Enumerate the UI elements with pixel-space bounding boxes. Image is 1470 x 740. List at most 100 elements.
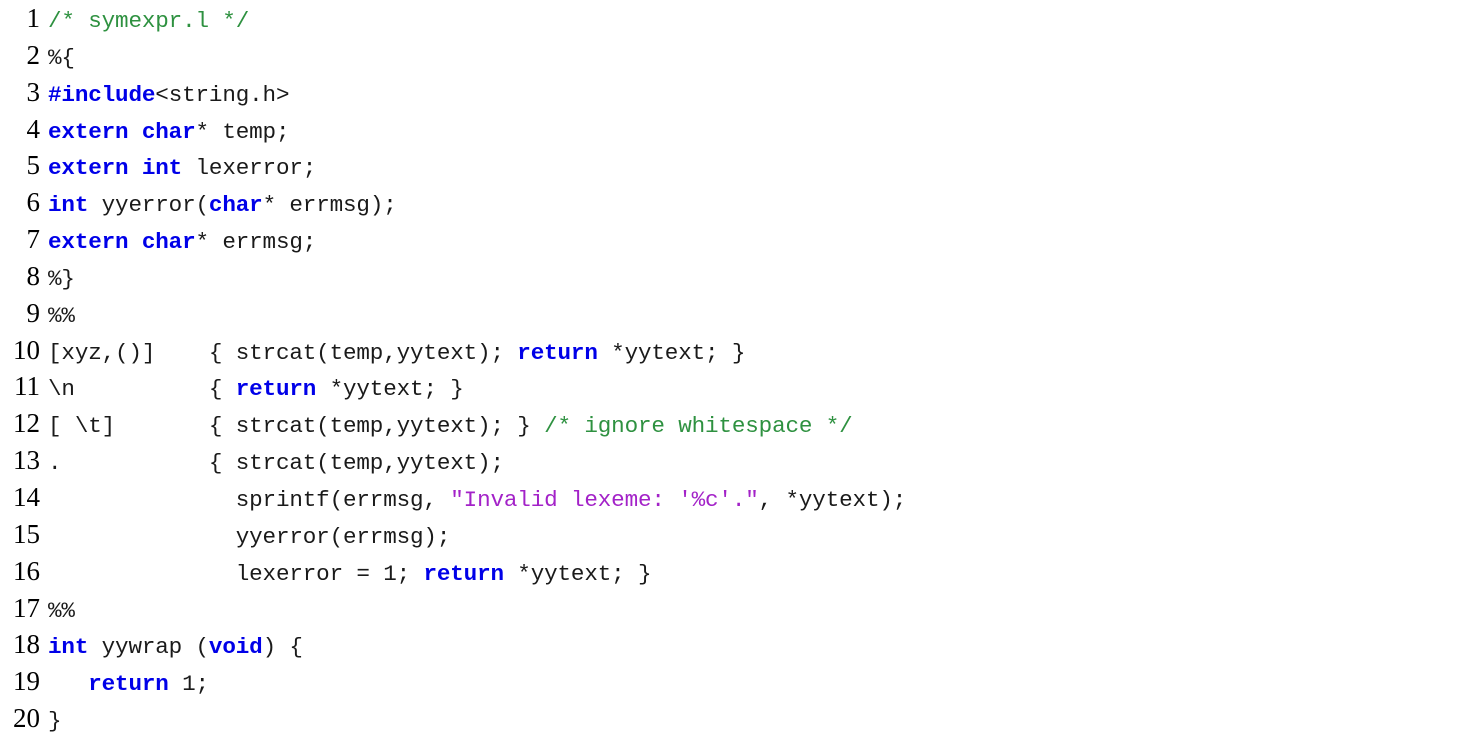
code-line: 8%} [0,258,1470,295]
line-number: 9 [26,297,41,328]
token-plain: lexerror = 1; [48,560,424,587]
code-listing: 1/* symexpr.l */2 %{3 #include<string.h> 4 e… [0,0,1470,739]
token-keyword: return [235,376,317,403]
code-text: yyerror(errmsg); [40,519,1470,556]
code-text: . { strcat(temp,yytext); [40,445,1470,482]
token-plain: [ \t] { strcat(temp,yytext); } [48,413,545,440]
line-number: 20 [13,703,40,734]
line-number: 10 [13,334,40,365]
token-keyword: char [208,192,263,219]
code-line: 14 sprintf(errmsg, "Invalid lexeme: '%c'… [0,479,1470,516]
token-plain: *yytext; } [503,560,652,587]
line-number: 6 [26,187,41,218]
code-text: %} [40,261,1470,298]
line-number: 16 [13,555,40,586]
token-plain: yyerror(errmsg); [48,523,451,550]
code-text: \n { return *yytext; } [40,371,1470,408]
line-number: 11 [14,371,40,402]
code-text: return 1; [40,666,1470,703]
code-text: %% [40,298,1470,335]
token-keyword: #include [48,81,156,108]
line-number: 4 [26,113,41,144]
code-text: sprintf(errmsg, "Invalid lexeme: '%c'.",… [40,482,1470,519]
token-keyword: return [88,671,169,698]
token-plain: yyerror( [88,192,209,219]
code-line: 3 #include<string.h> [0,74,1470,111]
code-line: 18 int yywrap (void) { [0,626,1470,663]
code-line: 20} [0,700,1470,737]
line-number: 14 [13,481,40,512]
code-line: 15 yyerror(errmsg); [0,516,1470,553]
token-plain: lexerror; [182,155,317,182]
code-text: %% [40,593,1470,630]
token-plain: [xyz,()] { strcat(temp,yytext); [48,339,518,366]
token-keyword: extern char [48,118,196,145]
token-comment: /* symexpr.l */ [48,8,250,34]
token-plain: %} [48,265,75,292]
line-number: 5 [26,150,41,181]
token-plain: ) { [262,634,303,661]
token-string: "Invalid lexeme: '%c'." [450,486,759,513]
line-number: 19 [13,666,40,697]
line-number: 1 [26,3,41,33]
code-line: 19 return 1; [0,663,1470,700]
code-text: extern char* errmsg; [40,224,1470,261]
token-plain: *yytext; } [316,376,464,403]
code-text: [xyz,()] { strcat(temp,yytext); return *… [40,335,1470,372]
token-plain: \n { [48,376,236,403]
code-text: #include<string.h> [40,77,1470,114]
token-plain: * errmsg; [195,229,317,256]
line-number: 8 [26,260,41,291]
line-number: 3 [26,76,41,107]
token-plain: 1; [168,671,209,698]
line-number: 18 [13,629,40,660]
code-line: 12[ \t] { strcat(temp,yytext); } /* igno… [0,405,1470,442]
line-number: 12 [13,408,40,439]
code-line: 4 extern char* temp; [0,111,1470,148]
token-plain: %{ [48,44,75,71]
token-plain: * errmsg); [262,192,397,219]
code-text: %{ [40,40,1470,77]
token-plain: *yytext; } [597,339,746,366]
code-line: 6 int yyerror(char* errmsg); [0,184,1470,221]
line-number: 13 [13,445,40,476]
code-text: extern char* temp; [40,114,1470,151]
code-line: 9%% [0,295,1470,332]
code-line: 11 \n { return *yytext; } [0,368,1470,405]
code-text: extern int lexerror; [40,150,1470,187]
token-plain: yywrap ( [88,634,209,661]
code-text: int yyerror(char* errmsg); [40,187,1470,224]
token-keyword: return [517,339,598,366]
code-text: int yywrap (void) { [40,629,1470,666]
token-comment: /* ignore whitespace */ [544,413,853,440]
line-number: 2 [26,39,41,70]
line-number: 15 [13,518,40,549]
token-plain: %% [48,597,75,624]
token-plain: sprintf(errmsg, [48,486,451,513]
code-line: 1 /* symexpr.l */ [0,0,1470,37]
token-plain: * temp; [195,118,290,145]
token-keyword: void [208,634,263,661]
token-keyword: return [423,560,504,587]
token-plain: , *yytext); [758,486,907,513]
code-line: 16 lexerror = 1; return *yytext; } [0,553,1470,590]
line-number: 7 [26,224,41,255]
code-text: /* symexpr.l */ [40,3,1470,40]
code-line: 5 extern int lexerror; [0,147,1470,184]
token-keyword: int [48,192,89,219]
token-keyword: extern int [48,155,183,182]
token-keyword: extern char [48,229,196,256]
code-line: 17%% [0,590,1470,627]
token-plain: . { strcat(temp,yytext); [48,450,504,477]
token-plain: %% [48,302,75,329]
code-text: [ \t] { strcat(temp,yytext); } /* ignore… [40,408,1470,445]
code-line: 2 %{ [0,37,1470,74]
token-plain: } [48,708,62,735]
code-line: 10 [xyz,()] { strcat(temp,yytext); return… [0,332,1470,369]
code-line: 7 extern char* errmsg; [0,221,1470,258]
token-keyword: int [48,634,89,661]
code-text: lexerror = 1; return *yytext; } [40,556,1470,593]
line-number: 17 [13,592,40,623]
code-line: 13 . { strcat(temp,yytext); [0,442,1470,479]
